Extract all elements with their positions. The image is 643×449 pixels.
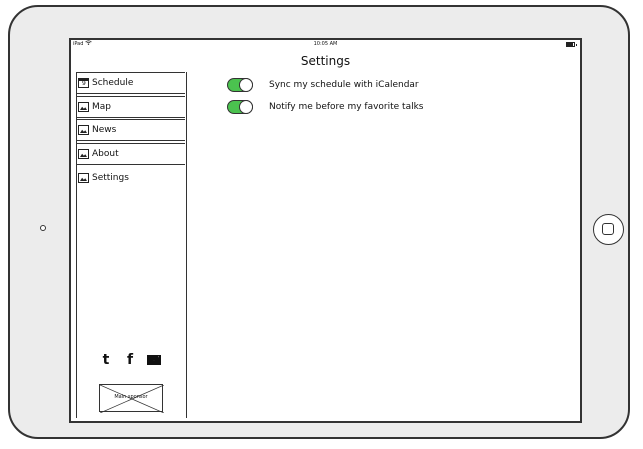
battery-icon: [566, 42, 577, 47]
sidebar-item-news[interactable]: News: [77, 119, 185, 141]
tablet-frame: iPad 10:05 AM Settings Schedule Map News: [8, 5, 630, 439]
twitter-icon[interactable]: t: [99, 352, 113, 368]
facebook-icon[interactable]: f: [123, 352, 137, 368]
image-icon: [78, 102, 89, 112]
notify-toggle[interactable]: [227, 100, 253, 114]
sidebar-item-about[interactable]: About: [77, 143, 185, 165]
sync-toggle[interactable]: [227, 78, 253, 92]
setting-row-sync: Sync my schedule with iCalendar: [227, 78, 419, 92]
sidebar-item-schedule[interactable]: Schedule: [77, 72, 185, 94]
setting-row-notify: Notify me before my favorite talks: [227, 100, 424, 114]
sidebar-item-map[interactable]: Map: [77, 96, 185, 118]
setting-label: Notify me before my favorite talks: [269, 102, 424, 112]
sidebar-item-settings[interactable]: Settings: [77, 167, 185, 189]
sponsor-banner[interactable]: Main sponsor: [99, 384, 164, 413]
image-icon: [78, 125, 89, 135]
sidebar-item-label: About: [92, 149, 119, 159]
mail-icon[interactable]: [147, 355, 161, 365]
camera-icon: [40, 225, 46, 231]
sidebar-item-label: Settings: [92, 173, 129, 183]
screen: iPad 10:05 AM Settings Schedule Map News: [69, 38, 582, 423]
setting-label: Sync my schedule with iCalendar: [269, 80, 419, 90]
calendar-icon: [78, 78, 89, 88]
status-bar: iPad 10:05 AM: [71, 40, 580, 49]
sponsor-label: Main sponsor: [114, 394, 148, 400]
social-links: t f: [99, 352, 161, 368]
page-title: Settings: [300, 54, 351, 68]
image-icon: [78, 173, 89, 183]
home-square-icon: [602, 223, 614, 235]
sidebar: Schedule Map News About Settings t f: [76, 72, 187, 418]
image-icon: [78, 149, 89, 159]
toggle-knob: [239, 100, 253, 114]
home-button[interactable]: [593, 214, 624, 245]
sidebar-item-label: Schedule: [92, 78, 134, 88]
sidebar-item-label: News: [92, 125, 117, 135]
clock: 10:05 AM: [313, 41, 338, 47]
sidebar-item-label: Map: [92, 102, 111, 112]
toggle-knob: [239, 78, 253, 92]
